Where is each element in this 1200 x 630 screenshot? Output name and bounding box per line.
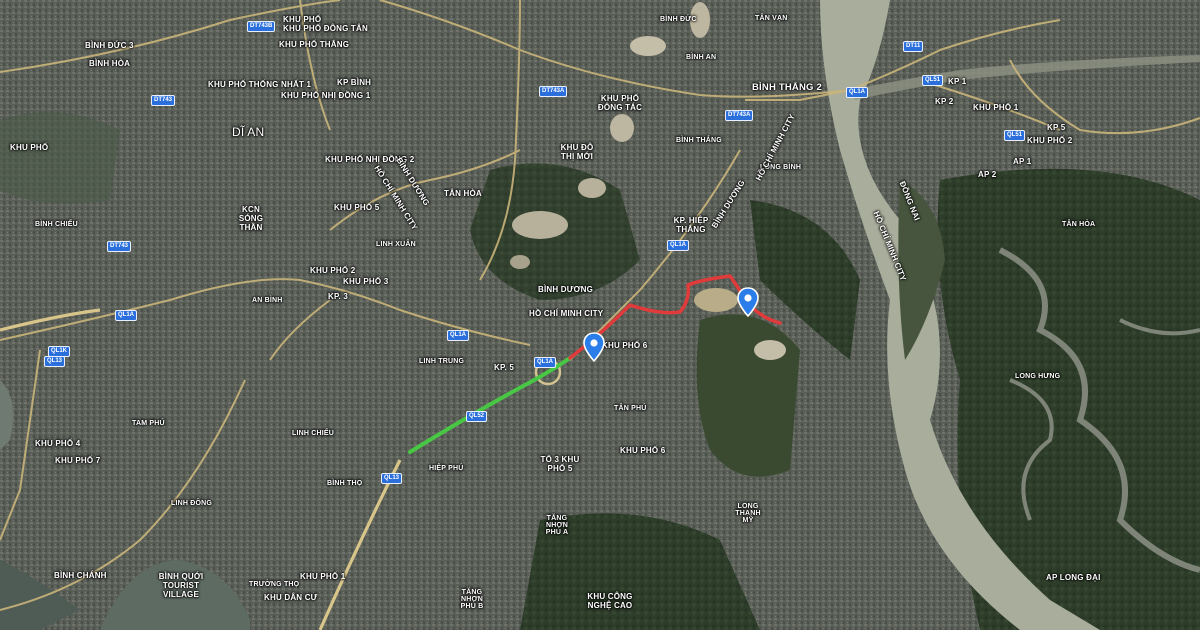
label-binh-duc: BÌNH ĐỨC: [660, 16, 697, 23]
label-tan-phu: TÂN PHÚ: [614, 405, 647, 412]
label-tam-phu: TAM PHÚ: [132, 420, 165, 427]
label-kp-1: KP 1: [948, 77, 967, 86]
label-hiep-phu: HIỆP PHÚ: [429, 465, 464, 472]
road-shield: QL1A: [447, 330, 470, 341]
label-di-an: Dĩ An: [232, 125, 265, 139]
label-kp-3: KP. 3: [328, 292, 348, 301]
label-kcn-song-than: KCN SÓNG THẦN: [238, 205, 264, 232]
label-khu-pho-2: KHU PHỐ 2: [310, 266, 356, 275]
label-tan-hoa-east: TÂN HÒA: [1062, 221, 1096, 228]
label-ho-chi-minh-city-center: HỒ CHÍ MINH CITY: [529, 309, 604, 318]
road-shield: QL1K: [48, 346, 71, 357]
label-kp-binh: KP BÌNH: [337, 78, 372, 87]
label-kp-5-east: KP 5: [1047, 123, 1066, 132]
label-khu-pho-dong-tan: KHU PHỐ KHU PHỐ ĐÔNG TÂN: [283, 15, 368, 33]
label-binh-an: BÌNH AN: [686, 54, 717, 61]
label-ap-1: AP 1: [1013, 157, 1032, 166]
label-khu-pho-4: KHU PHỐ 4: [35, 439, 81, 448]
label-khu-pho-1-east: KHU PHỐ 1: [973, 103, 1019, 112]
label-long-hung: LONG HƯNG: [1015, 373, 1061, 380]
location-pin-icon[interactable]: [583, 332, 605, 362]
label-binh-duc-3: BÌNH ĐỨC 3: [85, 41, 134, 50]
label-kp-hiep-thang: KP. HIỆP THẮNG: [673, 216, 709, 234]
label-ap-long-dai: AP LONG ĐẠI: [1046, 573, 1101, 582]
label-kp-5: KP. 5: [494, 363, 514, 372]
road-shield: QL51: [1004, 130, 1026, 141]
road-shield: DT743A: [539, 86, 568, 97]
label-khu-pho-6-east: KHU PHỐ 6: [620, 446, 666, 455]
label-kp-2: KP 2: [935, 97, 954, 106]
label-khu-dan-cu: KHU DÂN CƯ: [264, 593, 318, 602]
label-binh-chanh: BÌNH CHÁNH: [54, 571, 107, 580]
map-view[interactable]: KHU PHỐ KHU PHỐ ĐÔNG TÂN KHU PHỐ THẮNG KP…: [0, 0, 1200, 630]
label-binh-duong: BÌNH DƯƠNG: [538, 285, 594, 294]
road-shield: QL1A: [115, 310, 138, 321]
label-tang-nhon-phu-a: TĂNG NHƠN PHÚ A: [545, 515, 569, 536]
road-shield: DT743: [107, 241, 132, 252]
label-binh-hoa: BÌNH HÒA: [89, 59, 131, 68]
road-shield: DT11: [903, 41, 924, 52]
label-khu-pho-thang: KHU PHỐ THẮNG: [279, 40, 350, 49]
label-truong-tho: TRƯỜNG THỌ: [249, 581, 300, 588]
road-shield: QL52: [466, 411, 488, 422]
label-binh-tho: BÌNH THỌ: [327, 480, 363, 487]
label-to-3-khu-pho-5: TỔ 3 KHU PHỐ 5: [540, 455, 580, 473]
label-khu-pho-6-center: KHU PHỐ 6: [602, 341, 648, 350]
road-shield: QL13: [381, 473, 403, 484]
label-khu-pho-2-east: KHU PHỐ 2: [1027, 136, 1073, 145]
location-pin-icon[interactable]: [737, 287, 759, 317]
label-linh-trung: LINH TRUNG: [419, 358, 465, 365]
label-binh-thang: BÌNH THẮNG: [676, 137, 722, 144]
road-shield: QL1A: [534, 357, 557, 368]
road-shield: DT743: [151, 95, 176, 106]
label-tan-van: TÂN VẠN: [755, 15, 788, 22]
label-khu-pho-7: KHU PHỐ 7: [55, 456, 101, 465]
road-shield: DT743B: [247, 21, 276, 32]
label-tan-hoa: TÂN HÒA: [444, 189, 482, 198]
label-khu-pho-dong-tac: KHU PHỐ ĐÔNG TÁC: [597, 94, 643, 112]
label-khu-pho-3: KHU PHỐ 3: [343, 277, 389, 286]
label-linh-chieu: LINH CHIỂU: [292, 430, 335, 437]
label-linh-xuan: LINH XUÂN: [376, 241, 416, 248]
label-khu-pho-nhi-dong-1: KHU PHỐ NHỊ ĐỒNG 1: [281, 91, 371, 100]
road-shield: QL1A: [846, 87, 869, 98]
label-long-thanh-my: LONG THẠNH MỸ: [735, 503, 761, 524]
label-binh-chieu: BÌNH CHIỂU: [35, 221, 78, 228]
road-shield: QL1A: [667, 240, 690, 251]
label-khu-pho-1: KHU PHỐ 1: [300, 572, 346, 581]
label-tang-nhon-phu-b: TĂNG NHƠN PHÚ B: [460, 589, 484, 610]
label-binh-quoi-tourist-village: BÌNH QUỚI TOURIST VILLAGE: [158, 572, 204, 599]
label-binh-thang-2: BÌNH THẮNG 2: [752, 82, 822, 93]
label-khu-do-thi-moi: KHU ĐÔ THỊ MỚI: [560, 143, 594, 161]
road-shield: QL13: [44, 356, 66, 367]
label-khu-pho-left: KHU PHỐ: [10, 143, 49, 152]
label-khu-pho-5: KHU PHỐ 5: [334, 203, 380, 212]
road-shield: QL51: [922, 75, 944, 86]
label-khu-cong-nghe-cao: KHU CÔNG NGHỆ CAO: [587, 592, 633, 610]
label-ap-2: AP 2: [978, 170, 997, 179]
road-shield: DT743A: [725, 110, 754, 121]
label-linh-dong: LINH ĐÔNG: [171, 500, 213, 507]
label-khu-pho-thong-nhat-1: KHU PHỐ THỐNG NHẤT 1: [208, 80, 312, 89]
label-an-binh: AN BÌNH: [252, 297, 283, 304]
